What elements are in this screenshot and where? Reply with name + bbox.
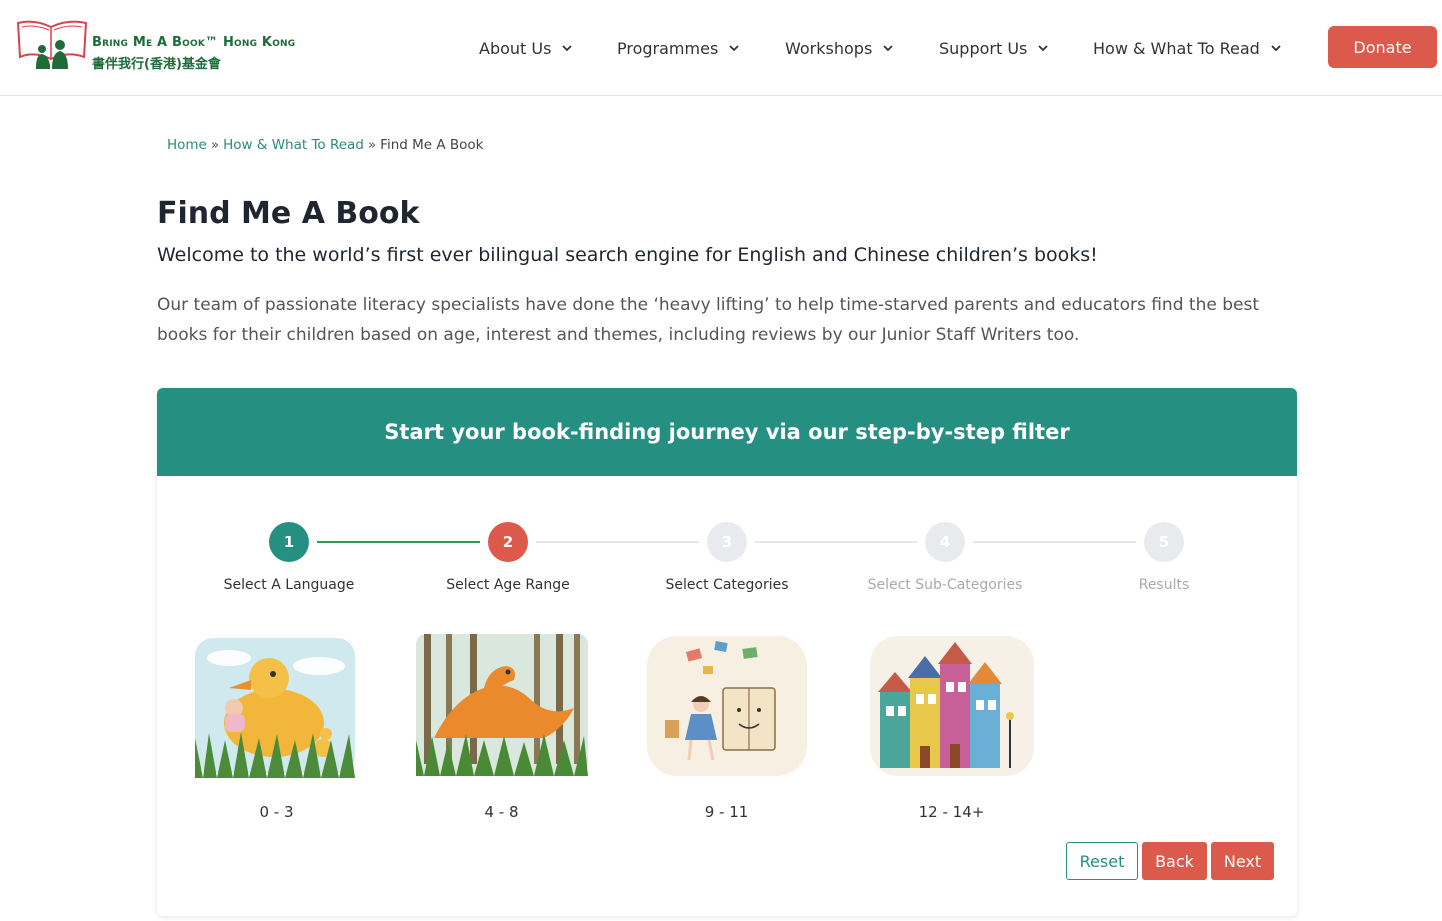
- duckling-illustration-icon: [189, 628, 364, 783]
- step-label: Select Categories: [665, 577, 789, 593]
- age-option-label: 9 - 11: [704, 803, 749, 821]
- step-select-sub-categories[interactable]: 4 Select Sub-Categories: [845, 522, 1045, 593]
- back-button[interactable]: Back: [1142, 842, 1207, 880]
- page-intro: Our team of passionate literacy speciali…: [157, 295, 1259, 345]
- chevron-down-icon: [562, 45, 573, 52]
- step-select-categories[interactable]: 3 Select Categories: [627, 522, 827, 593]
- site-header: Bring Me A Book™ Hong Kong 書伴我行(香港)基金會 A…: [0, 0, 1442, 96]
- step-number: 3: [707, 522, 747, 562]
- breadcrumb-separator: »: [367, 137, 377, 153]
- step-number: 2: [488, 522, 528, 562]
- age-option-9-11[interactable]: 9 - 11: [639, 628, 814, 821]
- step-label: Results: [1138, 577, 1190, 593]
- step-select-language[interactable]: 1 Select A Language: [189, 522, 389, 593]
- age-option-0-3[interactable]: 0 - 3: [189, 628, 364, 821]
- age-option-label: 12 - 14+: [918, 803, 985, 821]
- chevron-down-icon: [883, 45, 893, 52]
- chevron-down-icon: [1038, 45, 1049, 52]
- breadcrumb-home-link[interactable]: Home: [167, 137, 207, 153]
- main-nav: About Us Programmes Workshops Support Us…: [0, 37, 1442, 59]
- nav-item-label: Programmes: [617, 38, 719, 58]
- chevron-down-icon: [1271, 45, 1281, 52]
- girl-and-book-illustration-icon: [639, 628, 814, 783]
- filter-heading: Start your book-finding journey via our …: [384, 420, 1070, 444]
- page-title: Find Me A Book: [157, 196, 420, 231]
- step-results[interactable]: 5 Results: [1064, 522, 1264, 593]
- breadcrumb-current: Find Me A Book: [380, 137, 484, 153]
- reset-button[interactable]: Reset: [1066, 842, 1138, 880]
- nav-item-how-what-to-read[interactable]: How & What To Read: [1093, 37, 1282, 59]
- age-option-4-8[interactable]: 4 - 8: [414, 628, 589, 821]
- next-button[interactable]: Next: [1211, 842, 1274, 880]
- nav-item-workshops[interactable]: Workshops: [785, 37, 894, 59]
- nav-item-support-us[interactable]: Support Us: [939, 37, 1049, 59]
- breadcrumb-separator: »: [210, 137, 220, 153]
- nav-item-label: Workshops: [785, 38, 873, 58]
- chevron-down-icon: [729, 45, 739, 52]
- nav-item-programmes[interactable]: Programmes: [617, 37, 740, 59]
- houses-illustration-icon: [864, 628, 1039, 783]
- step-number: 4: [925, 522, 965, 562]
- donate-button[interactable]: Donate: [1328, 26, 1437, 68]
- step-label: Select A Language: [223, 577, 355, 593]
- age-option-12-14[interactable]: 12 - 14+: [864, 628, 1039, 821]
- dinosaur-illustration-icon: [414, 628, 589, 783]
- nav-item-label: About Us: [479, 38, 552, 58]
- filter-panel-header: Start your book-finding journey via our …: [157, 388, 1297, 476]
- step-number: 5: [1144, 522, 1184, 562]
- step-select-age-range[interactable]: 2 Select Age Range: [408, 522, 608, 593]
- book-filter-panel: Start your book-finding journey via our …: [157, 388, 1297, 916]
- nav-item-label: How & What To Read: [1093, 38, 1260, 58]
- breadcrumb-section-link[interactable]: How & What To Read: [223, 137, 364, 153]
- age-option-label: 0 - 3: [259, 803, 294, 821]
- age-option-label: 4 - 8: [484, 803, 519, 821]
- step-number: 1: [269, 522, 309, 562]
- page-subtitle: Welcome to the world’s first ever biling…: [157, 244, 1098, 266]
- step-label: Select Age Range: [446, 577, 570, 593]
- nav-item-about-us[interactable]: About Us: [479, 37, 573, 59]
- breadcrumb: Home» How & What To Read» Find Me A Book: [167, 137, 483, 153]
- filter-stepper: 1 Select A Language 2 Select Age Range 3…: [157, 522, 1297, 593]
- step-label: Select Sub-Categories: [867, 577, 1023, 593]
- nav-item-label: Support Us: [939, 38, 1028, 58]
